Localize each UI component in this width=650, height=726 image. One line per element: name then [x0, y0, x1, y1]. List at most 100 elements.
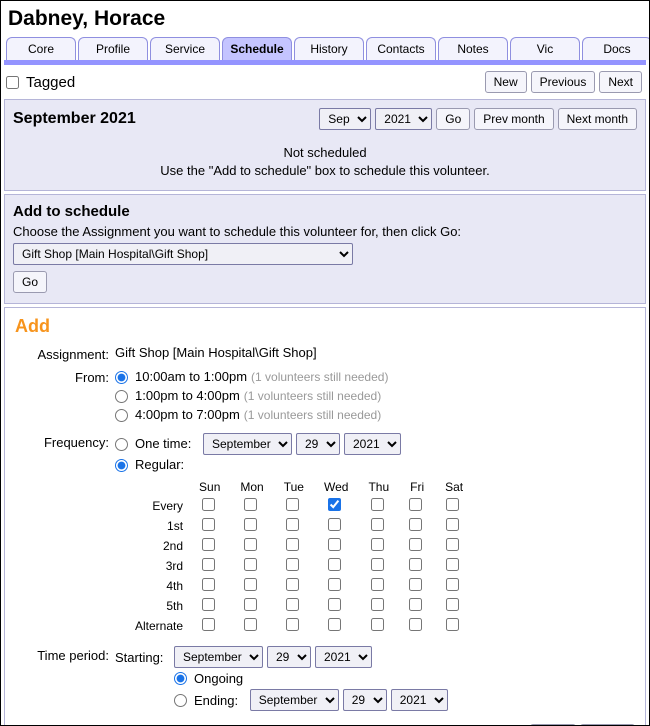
tab-history[interactable]: History [294, 37, 364, 60]
previous-button[interactable]: Previous [531, 71, 596, 93]
tagged-checkbox-label[interactable]: Tagged [6, 74, 75, 91]
assignment-go-button[interactable]: Go [13, 271, 47, 293]
new-button[interactable]: New [485, 71, 527, 93]
ongoing-radio[interactable] [174, 672, 187, 685]
start-month-select[interactable]: September [174, 646, 263, 668]
one-time-month-select[interactable]: September [203, 433, 292, 455]
recurrence-check-alternate-sat[interactable] [446, 618, 459, 631]
recurrence-check-3rd-thu[interactable] [371, 558, 384, 571]
tab-contacts[interactable]: Contacts [366, 37, 436, 60]
recurrence-check-alternate-thu[interactable] [371, 618, 384, 631]
recurrence-check-alternate-fri[interactable] [409, 618, 422, 631]
recurrence-check-5th-sun[interactable] [202, 598, 215, 611]
recurrence-check-1st-wed[interactable] [328, 518, 341, 531]
recurrence-check-5th-fri[interactable] [409, 598, 422, 611]
recurrence-check-2nd-sun[interactable] [202, 538, 215, 551]
assignment-select[interactable]: Gift Shop [Main Hospital\Gift Shop] [13, 243, 353, 265]
next-month-button[interactable]: Next month [558, 108, 637, 130]
year-select[interactable]: 2021 [375, 108, 432, 130]
month-select[interactable]: Sep [319, 108, 371, 130]
recurrence-check-alternate-tue[interactable] [286, 618, 299, 631]
shift-radio-1[interactable] [115, 390, 128, 403]
not-scheduled-text: Not scheduled [13, 144, 637, 162]
recurrence-check-2nd-thu[interactable] [371, 538, 384, 551]
recurrence-check-alternate-sun[interactable] [202, 618, 215, 631]
recurrence-check-3rd-mon[interactable] [244, 558, 257, 571]
ending-radio[interactable] [174, 694, 187, 707]
end-year-select[interactable]: 2021 [391, 689, 448, 711]
tagged-checkbox[interactable] [6, 76, 19, 89]
recurrence-check-alternate-wed[interactable] [328, 618, 341, 631]
recurrence-check-4th-mon[interactable] [244, 578, 257, 591]
regular-radio[interactable] [115, 459, 128, 472]
prev-month-button[interactable]: Prev month [474, 108, 553, 130]
day-header-tue: Tue [274, 478, 314, 496]
tab-docs[interactable]: Docs [582, 37, 650, 60]
recurrence-check-3rd-fri[interactable] [409, 558, 422, 571]
recurrence-check-4th-fri[interactable] [409, 578, 422, 591]
recurrence-check-5th-wed[interactable] [328, 598, 341, 611]
recurrence-check-3rd-tue[interactable] [286, 558, 299, 571]
tab-profile[interactable]: Profile [78, 37, 148, 60]
recurrence-check-every-sat[interactable] [446, 498, 459, 511]
tab-core[interactable]: Core [6, 37, 76, 60]
recurrence-check-5th-thu[interactable] [371, 598, 384, 611]
recurrence-check-5th-mon[interactable] [244, 598, 257, 611]
add-to-schedule-panel: Add to schedule Choose the Assignment yo… [4, 194, 646, 304]
recurrence-row-3rd: 3rd [131, 556, 189, 576]
recurrence-check-4th-tue[interactable] [286, 578, 299, 591]
recurrence-check-1st-tue[interactable] [286, 518, 299, 531]
end-month-select[interactable]: September [250, 689, 339, 711]
day-header-mon: Mon [230, 478, 273, 496]
shift-radio-2[interactable] [115, 409, 128, 422]
next-button[interactable]: Next [599, 71, 642, 93]
recurrence-check-2nd-tue[interactable] [286, 538, 299, 551]
recurrence-check-4th-sun[interactable] [202, 578, 215, 591]
month-title: September 2021 [13, 110, 136, 128]
recurrence-check-2nd-mon[interactable] [244, 538, 257, 551]
add-form: Add Assignment: Gift Shop [Main Hospital… [4, 307, 646, 726]
recurrence-check-3rd-wed[interactable] [328, 558, 341, 571]
one-time-radio[interactable] [115, 438, 128, 451]
recurrence-check-2nd-wed[interactable] [328, 538, 341, 551]
start-day-select[interactable]: 29 [267, 646, 311, 668]
recurrence-check-every-fri[interactable] [409, 498, 422, 511]
recurrence-check-every-tue[interactable] [286, 498, 299, 511]
recurrence-check-alternate-mon[interactable] [244, 618, 257, 631]
go-button[interactable]: Go [436, 108, 470, 130]
recurrence-check-every-mon[interactable] [244, 498, 257, 511]
recurrence-row-every: Every [131, 496, 189, 516]
recurrence-check-1st-thu[interactable] [371, 518, 384, 531]
recurrence-check-1st-sun[interactable] [202, 518, 215, 531]
recurrence-check-3rd-sat[interactable] [446, 558, 459, 571]
recurrence-check-every-sun[interactable] [202, 498, 215, 511]
recurrence-check-5th-tue[interactable] [286, 598, 299, 611]
recurrence-check-4th-sat[interactable] [446, 578, 459, 591]
assignment-label: Assignment: [15, 345, 115, 362]
end-day-select[interactable]: 29 [343, 689, 387, 711]
start-year-select[interactable]: 2021 [315, 646, 372, 668]
recurrence-check-1st-fri[interactable] [409, 518, 422, 531]
recurrence-check-every-wed[interactable] [328, 498, 341, 511]
day-header-fri: Fri [399, 478, 435, 496]
shift-hint-0: (1 volunteers still needed) [251, 368, 388, 386]
one-time-year-select[interactable]: 2021 [344, 433, 401, 455]
one-time-day-select[interactable]: 29 [296, 433, 340, 455]
recurrence-check-4th-thu[interactable] [371, 578, 384, 591]
tab-vic[interactable]: Vic [510, 37, 580, 60]
recurrence-check-3rd-sun[interactable] [202, 558, 215, 571]
recurrence-check-2nd-fri[interactable] [409, 538, 422, 551]
recurrence-check-5th-sat[interactable] [446, 598, 459, 611]
ongoing-label: Ongoing [194, 671, 243, 686]
recurrence-check-every-thu[interactable] [371, 498, 384, 511]
recurrence-check-2nd-sat[interactable] [446, 538, 459, 551]
recurrence-check-1st-sat[interactable] [446, 518, 459, 531]
shift-label-0: 10:00am to 1:00pm [135, 368, 247, 386]
tab-schedule[interactable]: Schedule [222, 37, 292, 60]
tab-notes[interactable]: Notes [438, 37, 508, 60]
recurrence-check-1st-mon[interactable] [244, 518, 257, 531]
recurrence-check-4th-wed[interactable] [328, 578, 341, 591]
day-header-sat: Sat [435, 478, 473, 496]
tab-service[interactable]: Service [150, 37, 220, 60]
shift-radio-0[interactable] [115, 371, 128, 384]
